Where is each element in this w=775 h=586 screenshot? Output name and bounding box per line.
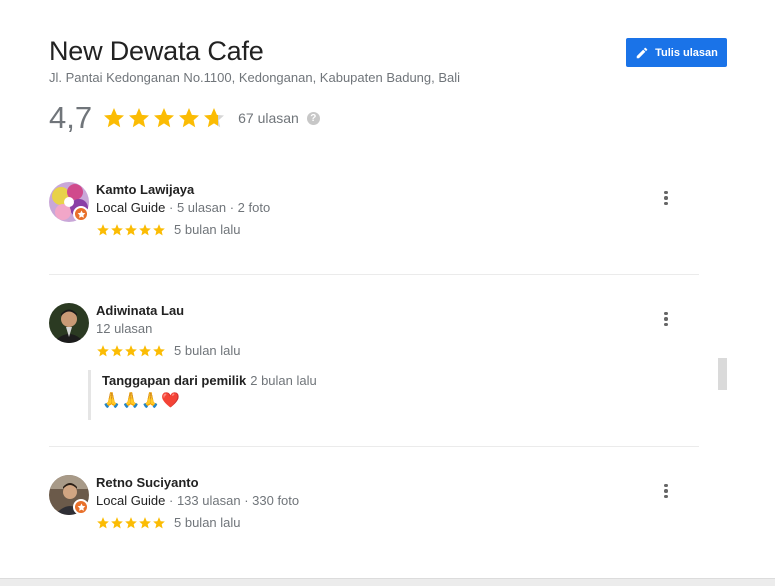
review-time: 5 bulan lalu <box>174 222 241 237</box>
star-icon <box>139 223 151 235</box>
star-icon <box>97 516 109 528</box>
star-icon <box>111 516 123 528</box>
help-icon[interactable]: ? <box>306 111 320 125</box>
review-time: 5 bulan lalu <box>174 343 241 358</box>
owner-response: Tanggapan dari pemilik 2 bulan lalu 🙏🙏🙏❤️ <box>88 370 648 420</box>
star-icon <box>154 108 175 128</box>
rating-value: 4,7 <box>49 100 93 135</box>
window-bottom-edge <box>0 578 775 586</box>
star-icon <box>125 344 137 356</box>
rating-stars <box>102 106 226 130</box>
more-options-icon[interactable] <box>657 189 675 207</box>
more-options-icon[interactable] <box>657 482 675 500</box>
local-guide-label: Local Guide <box>96 493 166 508</box>
review-item: Adiwinata Lau 12 ulasan 5 bulan lalu Tan… <box>49 303 699 423</box>
reviewer-meta: 12 ulasan <box>96 321 152 336</box>
review-rating: 5 bulan lalu <box>96 343 241 358</box>
meta-separator: · <box>165 493 177 508</box>
reviewer-photo-count: 330 foto <box>252 493 300 508</box>
divider <box>49 446 699 447</box>
reviewer-review-count: 12 ulasan <box>96 321 153 336</box>
rating-summary: 4,7 67 ulasan ? <box>49 100 320 136</box>
star-icon <box>139 344 151 356</box>
write-review-button[interactable]: Tulis ulasan <box>626 38 727 67</box>
reviewer-meta: Local Guide · 5 ulasan · 2 foto <box>96 200 270 215</box>
write-review-label: Tulis ulasan <box>655 46 718 59</box>
reviewer-name[interactable]: Kamto Lawijaya <box>96 182 194 197</box>
reviewer-photo-count: 2 foto <box>237 200 271 215</box>
star-icon <box>125 223 137 235</box>
star-icon <box>97 344 109 356</box>
reviewer-meta: Local Guide · 133 ulasan · 330 foto <box>96 493 299 508</box>
review-stars <box>96 223 166 237</box>
review-item: Retno Suciyanto Local Guide · 133 ulasan… <box>49 475 699 555</box>
reviewer-review-count: 5 ulasan <box>176 200 227 215</box>
place-title: New Dewata Cafe <box>49 36 264 66</box>
divider <box>49 274 699 275</box>
star-icon <box>153 516 165 528</box>
owner-response-time: 2 bulan lalu <box>250 373 317 388</box>
star-icon <box>129 108 150 128</box>
reviews-panel: New Dewata Cafe Jl. Pantai Kedonganan No… <box>0 0 775 578</box>
local-guide-badge-icon <box>73 499 89 515</box>
star-icon <box>139 516 151 528</box>
local-guide-badge-icon <box>73 206 89 222</box>
review-rating: 5 bulan lalu <box>96 515 241 530</box>
star-icon <box>111 223 123 235</box>
place-address: Jl. Pantai Kedonganan No.1100, Kedongana… <box>49 70 461 85</box>
avatar[interactable] <box>49 303 89 343</box>
meta-separator: · <box>165 200 177 215</box>
star-icon <box>125 516 137 528</box>
reviewer-name[interactable]: Retno Suciyanto <box>96 475 199 490</box>
star-icon <box>204 108 225 128</box>
owner-response-label: Tanggapan dari pemilik <box>102 373 247 388</box>
star-icon <box>153 223 165 235</box>
more-options-icon[interactable] <box>657 310 675 328</box>
star-icon <box>111 344 123 356</box>
review-item: Kamto Lawijaya Local Guide · 5 ulasan · … <box>49 182 699 242</box>
review-count[interactable]: 67 ulasan <box>238 110 299 126</box>
review-time: 5 bulan lalu <box>174 515 241 530</box>
meta-separator: · <box>226 200 238 215</box>
reviewer-name[interactable]: Adiwinata Lau <box>96 303 184 318</box>
owner-response-text: 🙏🙏🙏❤️ <box>102 392 181 409</box>
meta-separator: · <box>240 493 253 508</box>
star-icon <box>153 344 165 356</box>
owner-response-header: Tanggapan dari pemilik 2 bulan lalu <box>102 373 648 388</box>
star-icon <box>179 108 200 128</box>
pencil-icon <box>636 47 648 58</box>
review-rating: 5 bulan lalu <box>96 222 241 237</box>
local-guide-label: Local Guide <box>96 200 166 215</box>
reviewer-review-count: 133 ulasan <box>176 493 241 508</box>
star-icon <box>104 108 125 128</box>
review-stars <box>96 516 166 530</box>
star-icon <box>97 223 109 235</box>
scrollbar-thumb[interactable] <box>718 358 727 390</box>
review-stars <box>96 344 166 358</box>
